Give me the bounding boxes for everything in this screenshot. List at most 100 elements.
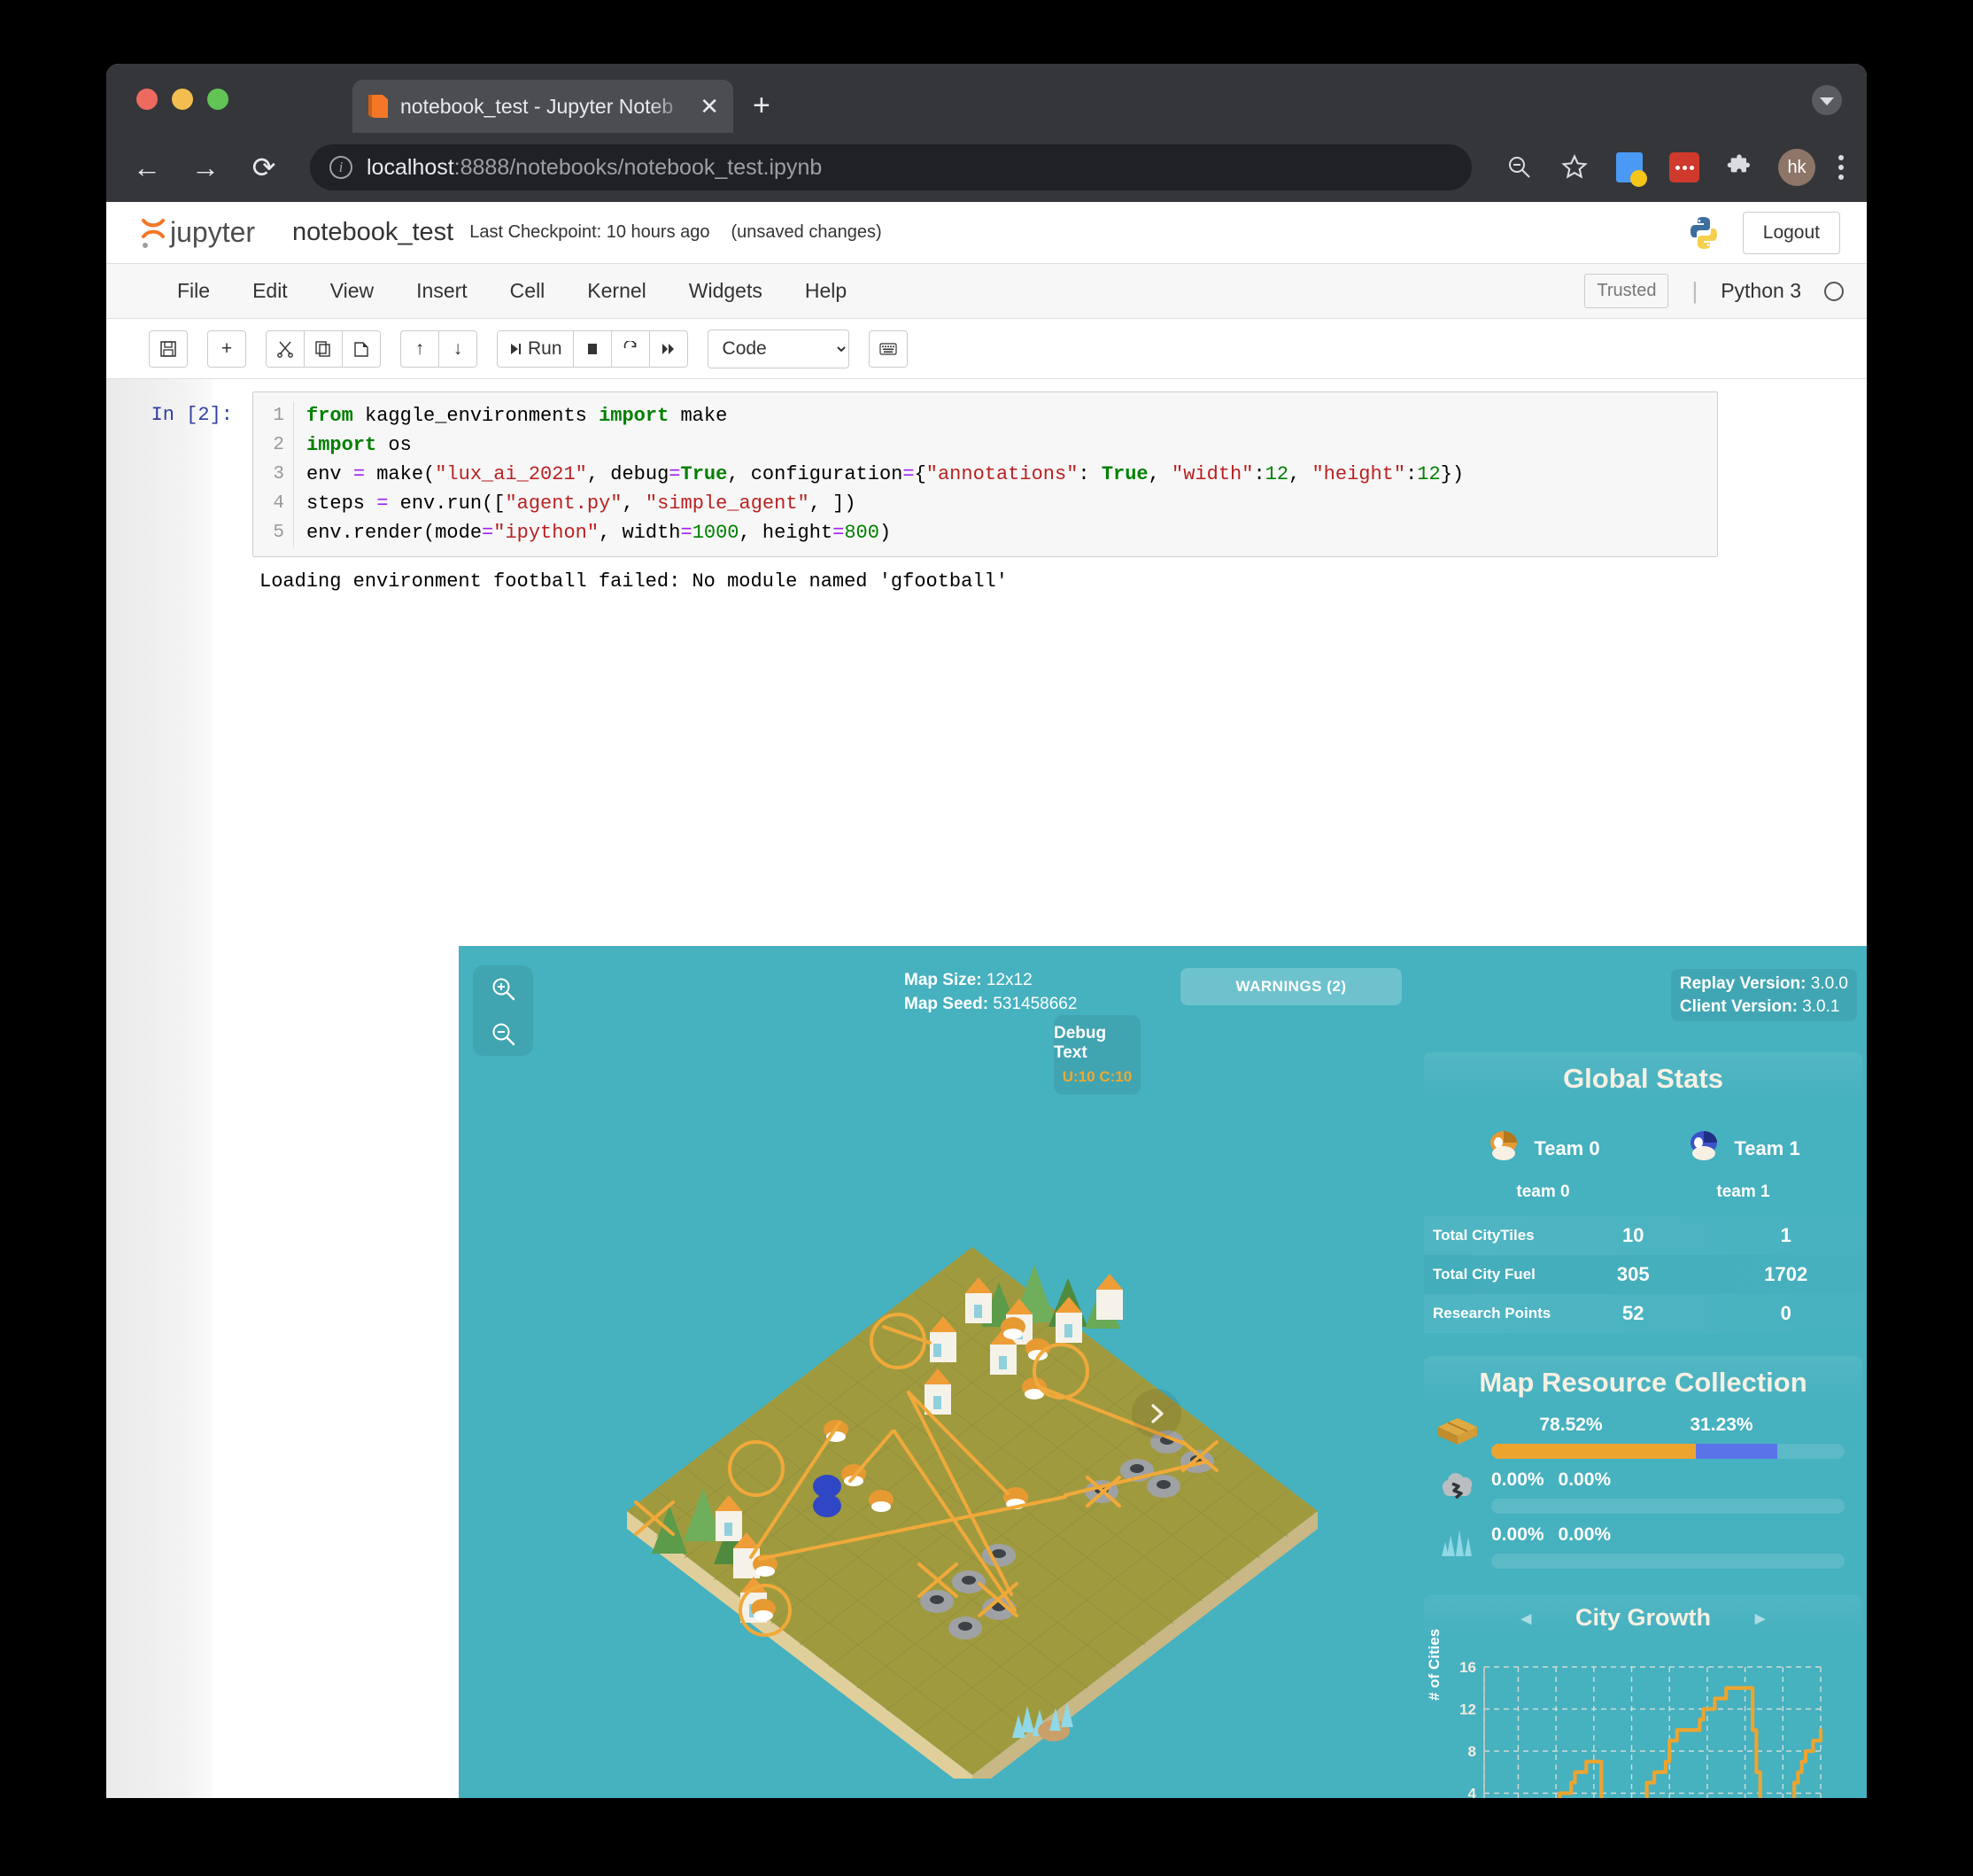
team-1-agent: team 1 <box>1716 1182 1769 1202</box>
browser-tab-title: notebook_test - Jupyter Noteb <box>400 95 689 119</box>
restart-and-run-all-button[interactable] <box>649 330 688 368</box>
tab-list-chevron-icon[interactable] <box>1812 85 1842 115</box>
cell-code-editor[interactable]: 1 2 3 4 5 from kaggle_environments impor… <box>252 391 1718 557</box>
menu-help[interactable]: Help <box>784 279 868 303</box>
jupyter-toolbar: + ↑ ↓ Run <box>106 319 1867 379</box>
stat-value-team0: 10 <box>1557 1224 1710 1247</box>
info-icon[interactable]: i <box>329 156 352 179</box>
jupyter-book-icon <box>367 93 390 120</box>
replay-version-value: 3.0.0 <box>1811 974 1848 993</box>
jupyter-header-right: Logout <box>1684 212 1840 254</box>
wood-team1-pct: 31.23% <box>1651 1415 1792 1436</box>
resource-collection-title: Map Resource Collection <box>1424 1356 1862 1407</box>
browser-tab[interactable]: notebook_test - Jupyter Noteb ✕ <box>352 80 733 133</box>
forward-button[interactable]: → <box>188 153 223 182</box>
bookmark-star-icon[interactable] <box>1559 151 1590 183</box>
trusted-badge[interactable]: Trusted <box>1584 274 1668 308</box>
resource-coal-percents: 0.00% 0.00% <box>1491 1469 1845 1491</box>
back-button[interactable]: ← <box>129 153 165 182</box>
next-step-button[interactable] <box>1132 1389 1181 1438</box>
run-cell-button[interactable]: Run <box>497 330 574 368</box>
menu-view[interactable]: View <box>309 279 395 303</box>
resource-wood-percents: 78.52% 31.23% <box>1491 1415 1845 1436</box>
city-growth-plot: 04812161102030405060708090 <box>1424 1651 1831 1798</box>
checkpoint-label: Last Checkpoint: 10 hours ago <box>469 222 709 243</box>
run-button-label: Run <box>528 338 562 360</box>
close-tab-icon[interactable]: ✕ <box>700 95 719 118</box>
client-version-label: Client Version: <box>1680 997 1798 1016</box>
map-size-info: Map Size: 12x12 <box>904 971 1033 990</box>
unsaved-changes-label: (unsaved changes) <box>731 222 882 243</box>
chevron-right-icon[interactable]: ▸ <box>1755 1607 1765 1630</box>
stat-label: Total City Fuel <box>1424 1266 1557 1283</box>
toolbar-group-insert: + <box>207 330 246 368</box>
kebab-menu-icon[interactable] <box>1838 155 1844 180</box>
map-resource-collection: Map Resource Collection 78.52% 31.23% <box>1424 1356 1862 1572</box>
minimize-window-button[interactable] <box>172 89 193 110</box>
menu-edit[interactable]: Edit <box>231 279 309 303</box>
move-cell-down-button[interactable]: ↓ <box>438 330 477 368</box>
team-1-header: Team 1 <box>1686 1130 1799 1167</box>
chart-y-axis-label: # of Cities <box>1426 1629 1443 1701</box>
zoom-out-icon[interactable] <box>490 1020 516 1047</box>
cut-cell-button[interactable] <box>266 330 305 368</box>
logout-button[interactable]: Logout <box>1743 212 1840 254</box>
uranium-team1-pct: 0.00% <box>1559 1524 1612 1546</box>
toolbar-group-palette <box>869 330 908 368</box>
move-cell-up-button[interactable]: ↑ <box>400 330 439 368</box>
debug-text-value: U:10 C:10 <box>1063 1068 1132 1086</box>
svg-text:8: 8 <box>1468 1743 1476 1760</box>
wood-team1-fill <box>1696 1444 1777 1459</box>
omnibox-icons: hk <box>1495 149 1844 186</box>
map-seed-label: Map Seed: <box>904 995 988 1013</box>
insert-cell-below-button[interactable]: + <box>207 330 246 368</box>
address-bar[interactable]: i localhost:8888/notebooks/notebook_test… <box>310 144 1472 190</box>
cell-type-select[interactable]: Code <box>708 329 849 368</box>
extensions-puzzle-icon[interactable] <box>1723 151 1755 183</box>
command-palette-button[interactable] <box>869 330 908 368</box>
wood-team0-fill <box>1491 1444 1696 1459</box>
map-size-value: 12x12 <box>986 971 1033 989</box>
menu-kernel[interactable]: Kernel <box>566 279 667 303</box>
close-window-button[interactable] <box>136 89 158 110</box>
restart-kernel-button[interactable] <box>611 330 650 368</box>
wood-crate-icon <box>1436 1415 1479 1450</box>
replay-version-row: Replay Version: 3.0.0 <box>1680 973 1848 996</box>
uranium-crystal-icon <box>1436 1524 1479 1560</box>
svg-text:4: 4 <box>1468 1786 1477 1799</box>
avatar[interactable]: hk <box>1778 149 1815 186</box>
map-seed-info: Map Seed: 531458662 <box>904 995 1077 1014</box>
reload-button[interactable]: ⟳ <box>246 153 282 182</box>
code-cell[interactable]: In [2]: 1 2 3 4 5 from kaggle_environmen… <box>106 391 1867 557</box>
maximize-window-button[interactable] <box>207 89 228 110</box>
toolbar-group-move: ↑ ↓ <box>400 330 477 368</box>
menu-widgets[interactable]: Widgets <box>668 279 784 303</box>
paste-cell-button[interactable] <box>342 330 381 368</box>
coal-rock-icon <box>1436 1469 1479 1505</box>
menu-file[interactable]: File <box>156 279 231 303</box>
zoom-out-icon[interactable] <box>1504 151 1536 183</box>
notebook-name[interactable]: notebook_test <box>292 218 453 247</box>
interrupt-kernel-button[interactable] <box>573 330 612 368</box>
toolbar-group-run: Run <box>497 330 688 368</box>
city-growth-header: ◂ City Growth ▸ <box>1424 1595 1862 1639</box>
chevron-left-icon[interactable]: ◂ <box>1521 1607 1531 1630</box>
save-button[interactable] <box>149 330 188 368</box>
lux-ai-visualizer[interactable]: Map Size: 12x12 Map Seed: 531458662 WARN… <box>459 946 1867 1798</box>
copy-cell-button[interactable] <box>304 330 343 368</box>
menu-insert[interactable]: Insert <box>395 279 489 303</box>
zoom-in-icon[interactable] <box>490 975 516 1002</box>
uranium-progress-bar <box>1491 1554 1845 1569</box>
browser-omnibox-bar: ← → ⟳ i localhost:8888/notebooks/noteboo… <box>106 133 1867 202</box>
line-number: 4 <box>253 489 284 518</box>
password-manager-icon[interactable] <box>1668 151 1700 183</box>
line-number-gutter: 1 2 3 4 5 <box>253 401 294 547</box>
game-board[interactable] <box>618 1229 1327 1779</box>
code-text[interactable]: from kaggle_environments import makeimpo… <box>294 401 1717 547</box>
warnings-button[interactable]: WARNINGS (2) <box>1180 968 1402 1005</box>
code-line: from kaggle_environments import make <box>306 401 1717 430</box>
download-document-icon[interactable] <box>1613 151 1645 183</box>
jupyter-logo[interactable]: jupyter <box>135 210 276 256</box>
menu-cell[interactable]: Cell <box>489 279 567 303</box>
new-tab-button[interactable]: + <box>753 90 770 120</box>
